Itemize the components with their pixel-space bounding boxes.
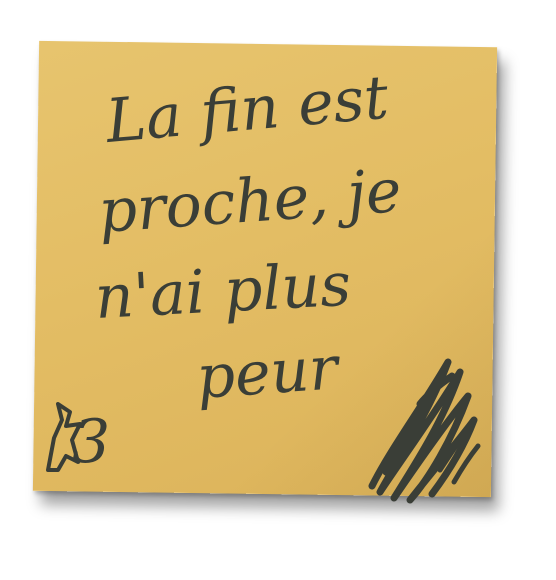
corner-doodle: 3	[46, 402, 110, 477]
message-line-2: proche, je	[96, 156, 403, 247]
message-line-3: n'ai plus	[93, 250, 353, 333]
corner-number: 3	[72, 407, 110, 477]
sticky-note-stage: La fin est proche, je n'ai plus peur 3	[0, 0, 556, 580]
message-line-4: peur	[194, 333, 343, 413]
message-line-1: La fin est	[102, 62, 392, 157]
corner-scribble	[368, 358, 481, 504]
handwritten-message: La fin est proche, je n'ai plus peur 3	[46, 62, 481, 504]
